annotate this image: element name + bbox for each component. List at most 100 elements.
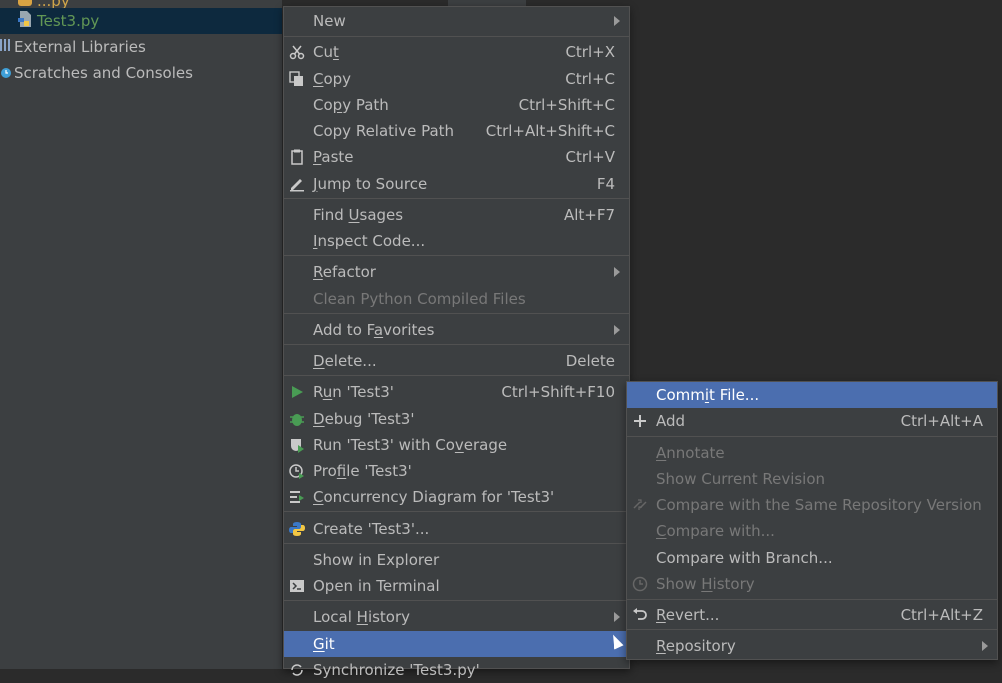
menu-item-copy[interactable]: Copy Ctrl+C [284, 66, 629, 92]
concurrency-icon [288, 488, 306, 506]
menu-item-label: Add to Favorites [313, 321, 435, 339]
shortcut-text: Ctrl+Shift+C [518, 96, 615, 114]
menu-item-git[interactable]: Git [284, 631, 629, 657]
menu-item-label: Delete... [313, 352, 377, 370]
menu-separator [284, 255, 629, 256]
shortcut-text: F4 [596, 175, 615, 193]
menu-item-show-history: Show History [627, 571, 997, 597]
copy-icon [288, 70, 306, 88]
compare-arrows-icon [631, 496, 649, 514]
menu-item-revert[interactable]: Revert... Ctrl+Alt+Z [627, 602, 997, 628]
menu-item-find-usages[interactable]: Find Usages Alt+F7 [284, 202, 629, 228]
menu-item-create-config[interactable]: Create 'Test3'... [284, 516, 629, 542]
menu-item-label: Run 'Test3' with Coverage [313, 436, 508, 454]
shortcut-text: Ctrl+X [565, 43, 615, 61]
git-submenu: Commit File... Add Ctrl+Alt+A Annotate S… [626, 381, 998, 660]
submenu-arrow-icon [614, 612, 620, 622]
shortcut-text: Ctrl+Alt+A [900, 412, 983, 430]
clipboard-icon [288, 148, 306, 166]
bug-icon [288, 410, 306, 428]
menu-item-label: Inspect Code... [313, 232, 426, 250]
run-icon [288, 383, 306, 401]
menu-item-label: New [313, 12, 346, 30]
python-file-icon [16, 10, 37, 32]
submenu-arrow-icon [614, 267, 620, 277]
menu-item-label: Commit File... [656, 386, 760, 404]
profiler-icon [288, 462, 306, 480]
menu-item-paste[interactable]: Paste Ctrl+V [284, 144, 629, 170]
terminal-icon [288, 577, 306, 595]
plus-icon [631, 412, 649, 430]
revert-icon [631, 606, 649, 624]
menu-item-label: Copy Relative Path [313, 122, 455, 140]
menu-item-new[interactable]: New [284, 8, 629, 34]
menu-item-label: Copy Path [313, 96, 389, 114]
menu-item-local-history[interactable]: Local History [284, 604, 629, 630]
scissors-icon [288, 43, 306, 61]
menu-item-show-in-explorer[interactable]: Show in Explorer [284, 547, 629, 573]
menu-separator [284, 375, 629, 376]
menu-item-copy-path[interactable]: Copy Path Ctrl+Shift+C [284, 92, 629, 118]
tree-item-test3[interactable]: Test3.py [0, 8, 282, 34]
menu-item-repository[interactable]: Repository [627, 633, 997, 659]
menu-item-label: Profile 'Test3' [313, 462, 412, 480]
context-menu: New Cut Ctrl+X Copy Ctrl+C Copy Path Ctr… [283, 6, 630, 679]
python-icon [288, 520, 306, 538]
library-icon [0, 36, 14, 58]
menu-item-label: Show History [656, 575, 755, 593]
menu-item-label: Repository [656, 637, 736, 655]
menu-separator [284, 543, 629, 544]
menu-item-add[interactable]: Add Ctrl+Alt+A [627, 408, 997, 434]
menu-item-compare-with-branch[interactable]: Compare with Branch... [627, 545, 997, 571]
tree-item-scratches[interactable]: Scratches and Consoles [0, 60, 282, 86]
menu-item-synchronize[interactable]: Synchronize 'Test3.py' [284, 657, 629, 683]
menu-item-label: Add [656, 412, 686, 430]
menu-item-copy-relative-path[interactable]: Copy Relative Path Ctrl+Alt+Shift+C [284, 118, 629, 144]
menu-item-delete[interactable]: Delete... Delete [284, 348, 629, 374]
menu-item-run-coverage[interactable]: Run 'Test3' with Coverage [284, 432, 629, 458]
pencil-icon [288, 175, 306, 193]
tree-item-external-libraries[interactable]: External Libraries [0, 34, 282, 60]
submenu-arrow-icon [614, 325, 620, 335]
menu-item-label: Run 'Test3' [313, 383, 394, 401]
menu-item-profile[interactable]: Profile 'Test3' [284, 458, 629, 484]
menu-item-concurrency-diagram[interactable]: Concurrency Diagram for 'Test3' [284, 484, 629, 510]
menu-item-clean-python-compiled: Clean Python Compiled Files [284, 286, 629, 312]
clock-icon [631, 575, 649, 593]
shortcut-text: Ctrl+V [565, 148, 615, 166]
menu-separator [627, 599, 997, 600]
submenu-arrow-icon [982, 641, 988, 651]
menu-item-compare-with: Compare with... [627, 518, 997, 544]
menu-item-label: Synchronize 'Test3.py' [313, 661, 480, 679]
tree-item-label: External Libraries [14, 38, 146, 56]
shortcut-text: Ctrl+Shift+F10 [501, 383, 615, 401]
menu-item-debug[interactable]: Debug 'Test3' [284, 406, 629, 432]
menu-item-run[interactable]: Run 'Test3' Ctrl+Shift+F10 [284, 379, 629, 405]
scratches-icon [0, 62, 14, 84]
shortcut-text: Ctrl+Alt+Z [900, 606, 983, 624]
menu-separator [284, 36, 629, 37]
menu-item-label: Git [313, 635, 335, 653]
menu-separator [627, 629, 997, 630]
tree-item-label: Test3.py [37, 12, 100, 30]
menu-item-jump-to-source[interactable]: Jump to Source F4 [284, 171, 629, 197]
menu-item-label: Show Current Revision [656, 470, 826, 488]
shortcut-text: Alt+F7 [563, 206, 615, 224]
menu-item-label: Compare with... [656, 522, 775, 540]
menu-item-label: Copy [313, 70, 352, 88]
menu-item-label: Debug 'Test3' [313, 410, 415, 428]
menu-item-cut[interactable]: Cut Ctrl+X [284, 39, 629, 65]
menu-item-label: Find Usages [313, 206, 404, 224]
menu-item-refactor[interactable]: Refactor [284, 259, 629, 285]
menu-item-add-to-favorites[interactable]: Add to Favorites [284, 317, 629, 343]
menu-item-label: Jump to Source [313, 175, 428, 193]
menu-item-label: Annotate [656, 444, 725, 462]
shortcut-text: Ctrl+C [565, 70, 615, 88]
menu-item-annotate: Annotate [627, 440, 997, 466]
shortcut-text: Delete [565, 352, 615, 370]
menu-separator [284, 344, 629, 345]
menu-item-inspect-code[interactable]: Inspect Code... [284, 228, 629, 254]
project-tree-panel: ...py Test3.py External Libraries Scratc… [0, 0, 282, 669]
menu-item-open-in-terminal[interactable]: Open in Terminal [284, 573, 629, 599]
menu-item-commit-file[interactable]: Commit File... [627, 382, 997, 408]
